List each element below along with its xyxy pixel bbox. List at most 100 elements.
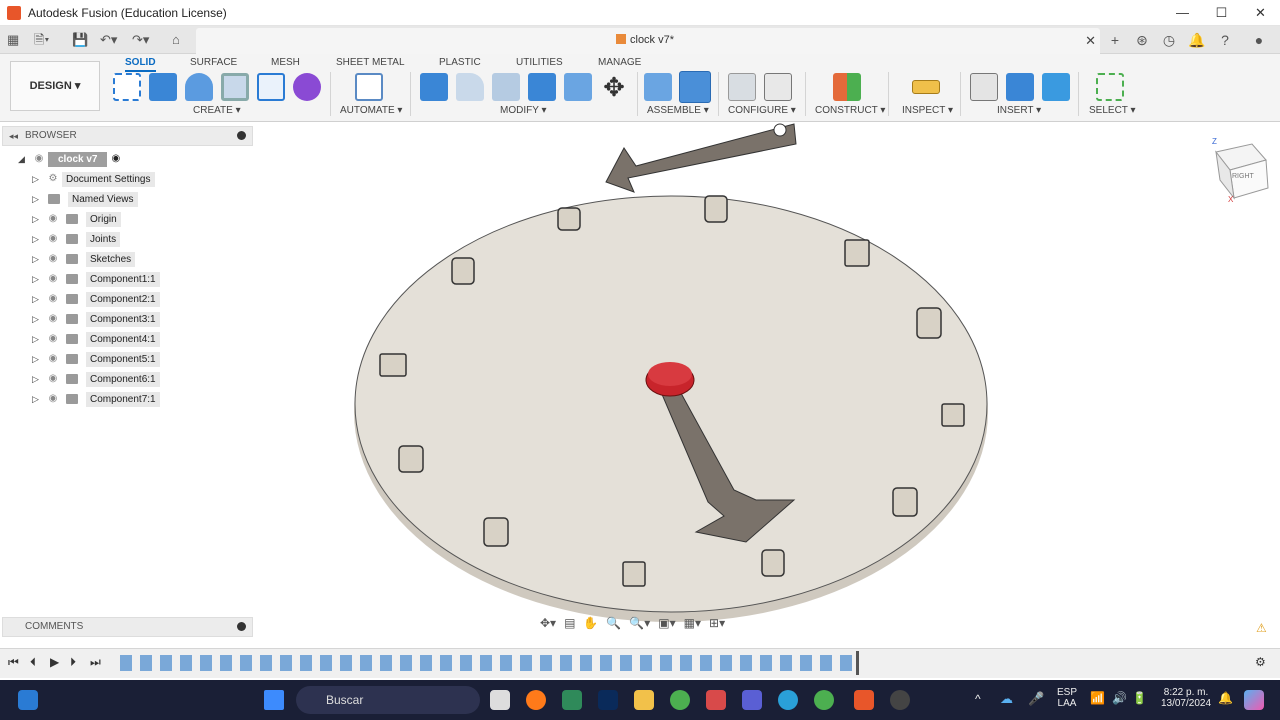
app-icon-2[interactable]: [706, 690, 726, 710]
3d-viewport[interactable]: RIGHT Z X ⚠: [256, 122, 1280, 642]
hour-marker-3[interactable]: [916, 307, 942, 339]
widgets-icon[interactable]: [18, 690, 38, 710]
combine-icon[interactable]: [564, 73, 592, 101]
task-view-icon[interactable]: [490, 690, 510, 710]
create-sketch-icon[interactable]: [113, 73, 141, 101]
new-component-icon[interactable]: [644, 73, 672, 101]
construct-group-label[interactable]: CONSTRUCT ▾: [815, 105, 885, 116]
tree-item-component3[interactable]: ▷ ◉ Component3:1: [32, 309, 160, 329]
edge-icon[interactable]: [778, 690, 798, 710]
configure-group-label[interactable]: CONFIGURE ▾: [728, 105, 796, 116]
hour-marker-10[interactable]: [379, 353, 407, 377]
file-explorer-icon[interactable]: [634, 690, 654, 710]
select-group-label[interactable]: SELECT ▾: [1089, 105, 1136, 116]
copilot-icon[interactable]: [1244, 690, 1264, 710]
tree-item-component7[interactable]: ▷ ◉ Component7:1: [32, 389, 160, 409]
hour-marker-4[interactable]: [941, 403, 965, 427]
hour-marker-2[interactable]: [844, 239, 870, 267]
maximize-button[interactable]: ☐: [1202, 0, 1241, 26]
user-avatar[interactable]: ●: [1247, 26, 1271, 54]
fillet-icon[interactable]: [456, 73, 484, 101]
go-to-start-icon[interactable]: ⏮: [8, 655, 19, 670]
step-forward-icon[interactable]: ⏵: [70, 655, 76, 670]
tree-item-component4[interactable]: ▷ ◉ Component4:1: [32, 329, 160, 349]
joint-icon[interactable]: [679, 71, 711, 103]
configuration-table-icon[interactable]: [764, 73, 792, 101]
photoshop-icon[interactable]: [598, 690, 618, 710]
browser-minimize-icon[interactable]: [237, 131, 246, 140]
insert-derive-icon[interactable]: [970, 73, 998, 101]
zoom-icon[interactable]: 🔍: [606, 616, 621, 636]
volume-icon[interactable]: 🔊: [1112, 691, 1127, 705]
minimize-button[interactable]: —: [1163, 0, 1202, 26]
save-icon[interactable]: 💾: [72, 26, 88, 54]
pan-icon[interactable]: ✋: [583, 616, 598, 636]
job-status-icon[interactable]: ◷: [1157, 26, 1181, 54]
hour-marker-8[interactable]: [483, 517, 509, 547]
viewports-icon[interactable]: ⊞▾: [709, 616, 725, 636]
visibility-eye-icon[interactable]: ◉: [30, 149, 48, 169]
timeline-features[interactable]: [120, 655, 858, 671]
firefox-icon[interactable]: [526, 690, 546, 710]
language-indicator[interactable]: ESP LAA: [1054, 687, 1080, 709]
hour-marker-7[interactable]: [622, 561, 646, 587]
notifications-icon[interactable]: 🔔: [1185, 26, 1209, 54]
collapse-browser-icon[interactable]: ◂◂: [9, 127, 18, 145]
timeline-settings-icon[interactable]: ⚙: [1255, 655, 1266, 669]
start-icon[interactable]: [264, 690, 284, 710]
wifi-icon[interactable]: 📶: [1090, 691, 1105, 705]
move-copy-icon[interactable]: ✥: [600, 73, 628, 101]
chamfer-icon[interactable]: [492, 73, 520, 101]
hour-marker-5[interactable]: [892, 487, 918, 517]
app-grid-icon[interactable]: ▦: [7, 26, 19, 54]
automate-icon[interactable]: [355, 73, 383, 101]
automate-group-label[interactable]: AUTOMATE ▾: [340, 105, 402, 116]
hole-icon[interactable]: [221, 73, 249, 101]
configure-icon[interactable]: [728, 73, 756, 101]
tray-chevron-icon[interactable]: ^: [975, 692, 981, 706]
document-tab[interactable]: clock v7* ✕: [196, 28, 1100, 54]
comments-panel[interactable]: COMMENTS: [2, 617, 253, 637]
workspace-switcher[interactable]: DESIGN ▾: [10, 61, 100, 111]
press-pull-icon[interactable]: [420, 73, 448, 101]
shell-icon[interactable]: [528, 73, 556, 101]
fusion-taskbar-icon[interactable]: [854, 690, 874, 710]
home-icon[interactable]: ⌂: [172, 26, 180, 54]
construct-plane-icon[interactable]: [833, 73, 861, 101]
clock[interactable]: 8:22 p. m. 13/07/2024: [1158, 687, 1214, 709]
tree-item-origin[interactable]: ▷ ◉ Origin: [32, 209, 121, 229]
battery-icon[interactable]: 🔋: [1132, 691, 1147, 705]
minute-hand[interactable]: [605, 123, 797, 193]
hour-marker-11[interactable]: [451, 257, 475, 285]
taskbar-search[interactable]: Buscar: [296, 686, 480, 714]
insert-canvas-icon[interactable]: [1042, 73, 1070, 101]
undo-icon[interactable]: ↶▾: [100, 26, 117, 54]
tab-solid[interactable]: SOLID: [125, 57, 156, 72]
activate-radio-icon[interactable]: ◉: [111, 149, 120, 169]
extrude-icon[interactable]: [149, 73, 177, 101]
insert-group-label[interactable]: INSERT ▾: [997, 105, 1041, 116]
tab-mesh[interactable]: MESH: [271, 57, 300, 68]
hour-marker-1[interactable]: [704, 195, 728, 223]
create-group-label[interactable]: CREATE ▾: [193, 105, 241, 116]
pattern-icon[interactable]: [257, 73, 285, 101]
modify-group-label[interactable]: MODIFY ▾: [500, 105, 547, 116]
app-icon-3[interactable]: [890, 690, 910, 710]
tree-item-document-settings[interactable]: ▷ ⚙ Document Settings: [32, 169, 155, 189]
measure-icon[interactable]: [912, 80, 940, 94]
go-to-end-icon[interactable]: ⏭: [90, 655, 101, 670]
tree-item-sketches[interactable]: ▷ ◉ Sketches: [32, 249, 136, 269]
inspect-group-label[interactable]: INSPECT ▾: [902, 105, 953, 116]
close-window-button[interactable]: ✕: [1241, 0, 1280, 26]
tab-plastic[interactable]: PLASTIC: [439, 57, 481, 68]
select-window-icon[interactable]: [1096, 73, 1124, 101]
grid-settings-icon[interactable]: ▦▾: [684, 616, 701, 636]
file-menu-icon[interactable]: 🗎▾: [34, 26, 49, 54]
new-tab-icon[interactable]: +: [1103, 26, 1127, 54]
help-icon[interactable]: ?: [1213, 26, 1237, 54]
assemble-group-label[interactable]: ASSEMBLE ▾: [647, 105, 709, 116]
mic-icon[interactable]: 🎤: [1028, 691, 1044, 707]
onedrive-icon[interactable]: ☁: [1000, 691, 1013, 707]
collapse-triangle-icon[interactable]: ◢: [18, 149, 30, 169]
tab-manage[interactable]: MANAGE: [598, 57, 641, 68]
